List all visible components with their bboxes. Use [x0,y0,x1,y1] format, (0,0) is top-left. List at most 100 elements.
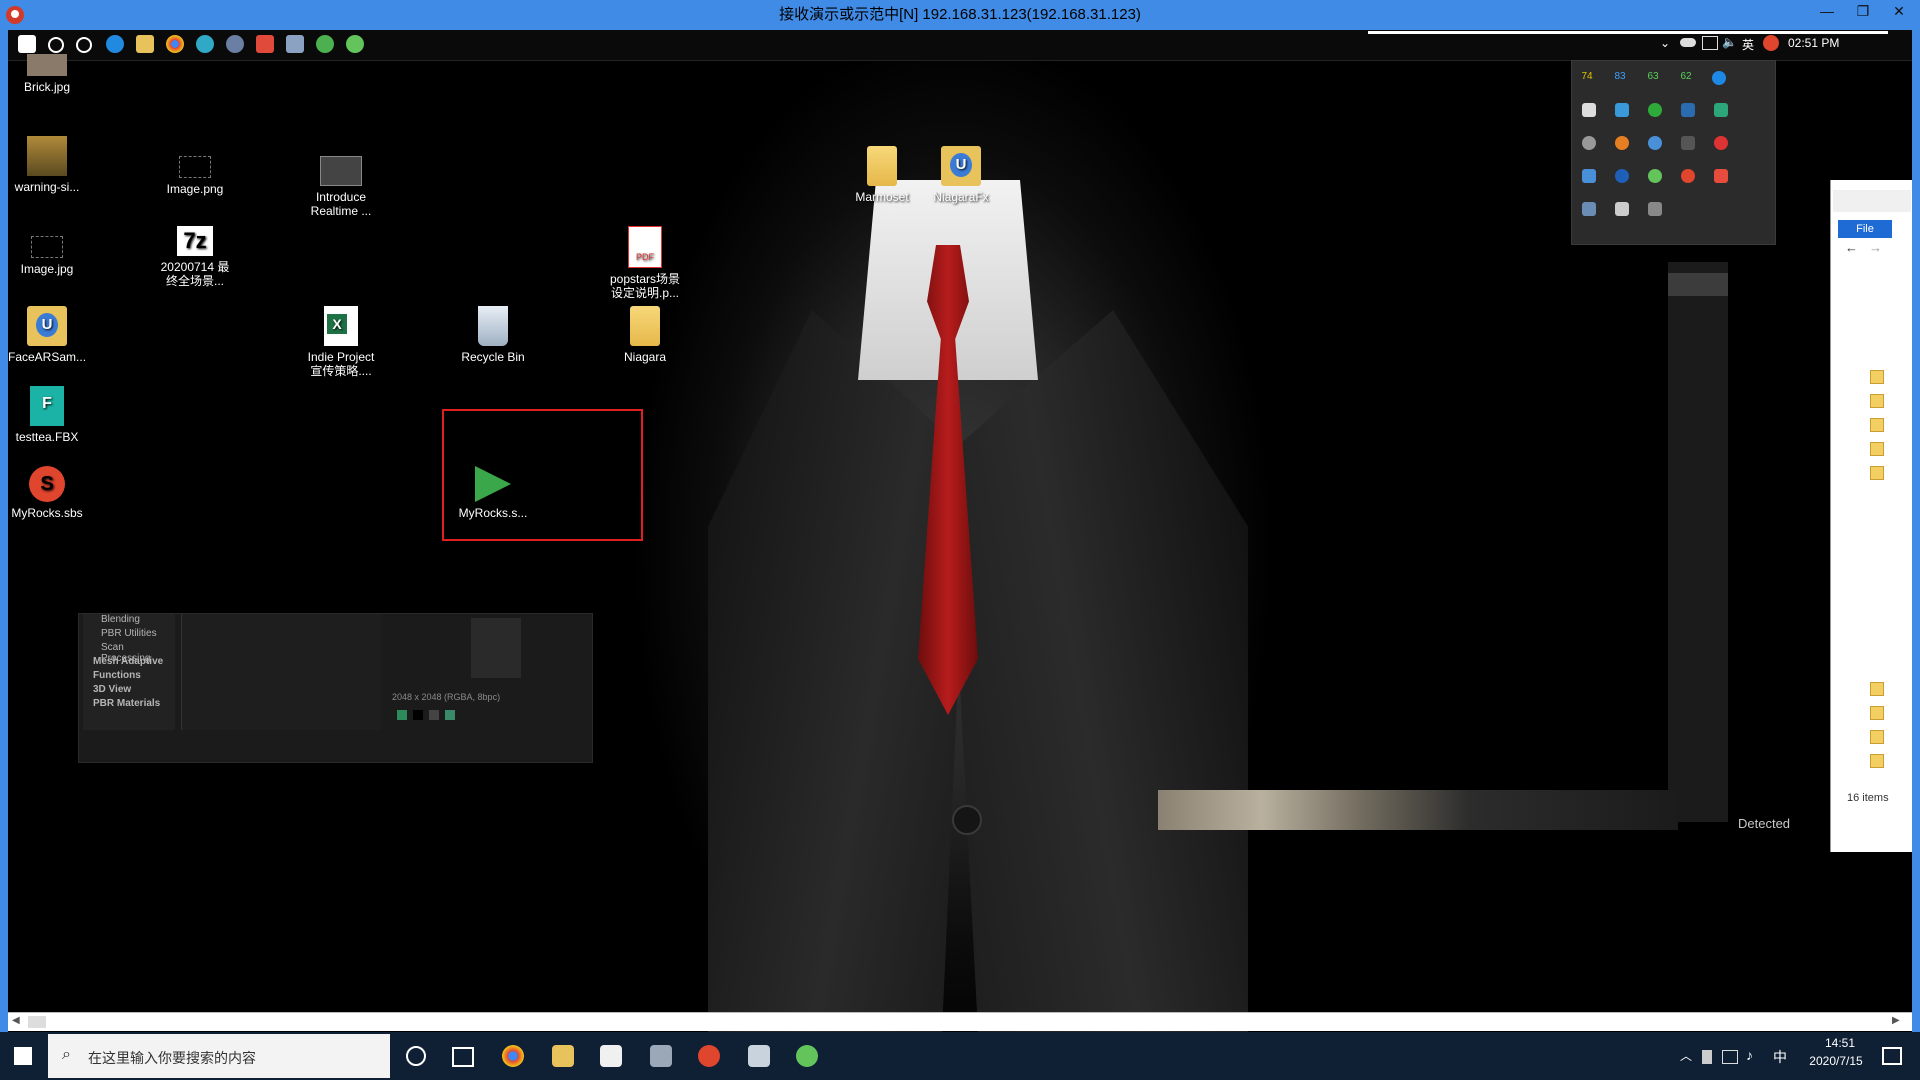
desktop-icon-brick[interactable]: Brick.jpg [8,54,86,94]
desktop-icon-indie-project[interactable]: X Indie Project 宣传策略.... [302,306,380,378]
desktop-icon-niagara[interactable]: Niagara [606,306,684,364]
substance-tray-icon[interactable] [1681,169,1695,183]
library-item[interactable]: 3D View [93,684,131,695]
remote-desktop-icon[interactable] [748,1045,770,1067]
chrome-icon[interactable] [502,1045,524,1067]
image-tray-icon[interactable] [1582,169,1596,183]
cortana-icon[interactable] [406,1046,426,1066]
grey-swatch-icon[interactable] [429,710,439,720]
record-icon[interactable] [256,35,274,53]
ime-indicator[interactable]: 中 [1773,1047,1787,1067]
substance-designer-icon[interactable] [698,1045,720,1067]
tray-overflow-chevron-icon[interactable]: ⌄ [1660,36,1670,50]
maximize-icon[interactable]: ❐ [1848,0,1878,24]
desktop-icon-warning[interactable]: warning-si... [8,136,86,194]
horizontal-scrollbar[interactable]: ◀ ▶ [8,1012,1912,1031]
library-item[interactable]: Blending [101,614,140,625]
image-viewer-icon[interactable] [650,1045,672,1067]
desktop-icon-myrocks-sbs[interactable]: S MyRocks.sbs [8,466,86,520]
ime-indicator[interactable]: 英 [1742,36,1754,53]
typora-icon[interactable] [600,1045,622,1067]
volume-icon[interactable]: 🔈 [1722,35,1737,49]
settings-icon[interactable] [1582,136,1596,150]
green-app-icon[interactable] [1648,103,1662,117]
network-icon[interactable] [1722,1050,1738,1064]
desktop-icon-marmoset[interactable]: Marmoset [843,146,921,204]
temp-3[interactable]: 63 [1642,71,1664,82]
folder-icon[interactable] [1870,442,1884,456]
image-swatch-icon[interactable] [445,710,455,720]
ime-tray-icon[interactable] [1681,136,1695,150]
notifications-icon[interactable] [1882,1047,1902,1065]
bluetooth-icon[interactable] [1712,71,1726,85]
scroll-thumb[interactable] [28,1016,46,1028]
tray-chevron-icon[interactable]: ︿ [1680,1047,1692,1064]
cloud-icon[interactable] [1680,38,1696,47]
wechat-icon[interactable] [796,1045,818,1067]
explorer-file-tab[interactable]: File [1838,220,1892,238]
minimize-icon[interactable]: — [1812,0,1842,24]
windows-start-icon[interactable] [14,1047,32,1065]
desktop-icon-recycle-bin[interactable]: Recycle Bin [454,306,532,364]
monitor-icon[interactable] [1714,103,1728,117]
sync-icon[interactable] [1615,103,1629,117]
taskbar-date[interactable]: 2020/7/15 [1796,1054,1876,1068]
clover-icon[interactable] [316,35,334,53]
folder-icon[interactable] [1870,754,1884,768]
desktop-icon-image-jpg[interactable]: Image.jpg [8,236,86,276]
tool-tray-icon[interactable] [1714,169,1728,183]
folder-icon[interactable] [1870,466,1884,480]
red-tray-icon[interactable] [1714,136,1728,150]
cortana-icon[interactable] [76,37,92,53]
usb-icon[interactable] [1615,202,1629,216]
drive-icon[interactable] [1648,202,1662,216]
forward-arrow-icon[interactable]: → [1869,240,1882,255]
black-swatch-icon[interactable] [413,710,423,720]
folder-icon[interactable] [1870,394,1884,408]
wechat-icon[interactable] [346,35,364,53]
layers-icon[interactable] [397,710,407,720]
library-item[interactable]: Functions [93,670,141,681]
cpu-temp[interactable]: 83 [1609,71,1631,82]
folder-icon[interactable] [1870,370,1884,384]
remote-clock[interactable]: 02:51 PM [1788,36,1839,50]
library-item[interactable]: PBR Materials [93,698,160,709]
info-icon[interactable] [1648,136,1662,150]
windows-start-icon[interactable] [18,35,36,53]
remote-desktop[interactable]: ⌄ 🔈 英 02:51 PM Brick.jpg warning-si... I… [8,30,1912,1032]
desktop-icon-7z-archive[interactable]: 7z 20200714 最终全场景... [156,226,234,288]
desktop-icon-popstars-pdf[interactable]: PDF popstars场景设定说明.p... [606,226,684,300]
search-icon[interactable] [48,37,64,53]
back-arrow-icon[interactable]: ← [1845,240,1858,255]
edge-icon[interactable] [106,35,124,53]
desktop-icon-introduce-realtime[interactable]: Introduce Realtime ... [302,156,380,218]
taskbar-time[interactable]: 14:51 [1810,1036,1870,1050]
substance-tray-icon[interactable] [1763,35,1779,51]
camera-icon[interactable] [1681,103,1695,117]
browser-icon[interactable] [196,35,214,53]
library-item[interactable]: Mesh Adaptive [93,656,163,667]
scroll-left-icon[interactable]: ◀ [12,1015,20,1026]
search-tray-icon[interactable] [1615,136,1629,150]
file-explorer-icon[interactable] [136,35,154,53]
scroll-right-icon[interactable]: ▶ [1892,1015,1900,1026]
volume-icon[interactable]: ♪ [1746,1047,1753,1063]
gpu-temp[interactable]: 74 [1576,71,1598,82]
wechat-tray-icon[interactable] [1648,169,1662,183]
desktop-icon-testtea-fbx[interactable]: F testtea.FBX [8,386,86,444]
network-icon[interactable] [1702,36,1718,50]
desktop-icon-image-png[interactable]: Image.png [156,156,234,196]
folder-icon[interactable] [1870,682,1884,696]
battery-icon[interactable] [1702,1050,1712,1064]
chrome-icon[interactable] [166,35,184,53]
alert-icon[interactable] [1615,169,1629,183]
desktop-icon-niagarafx[interactable]: NiagaraFx [922,146,1000,204]
task-view-icon[interactable] [452,1047,474,1067]
library-item[interactable]: PBR Utilities [101,628,157,639]
desktop-icon-facear[interactable]: FaceARSam... [8,306,86,364]
app-icon[interactable] [226,35,244,53]
temp-4[interactable]: 62 [1675,71,1697,82]
folder-icon[interactable] [1870,730,1884,744]
close-icon[interactable]: ✕ [1884,0,1914,24]
remote-icon[interactable] [286,35,304,53]
